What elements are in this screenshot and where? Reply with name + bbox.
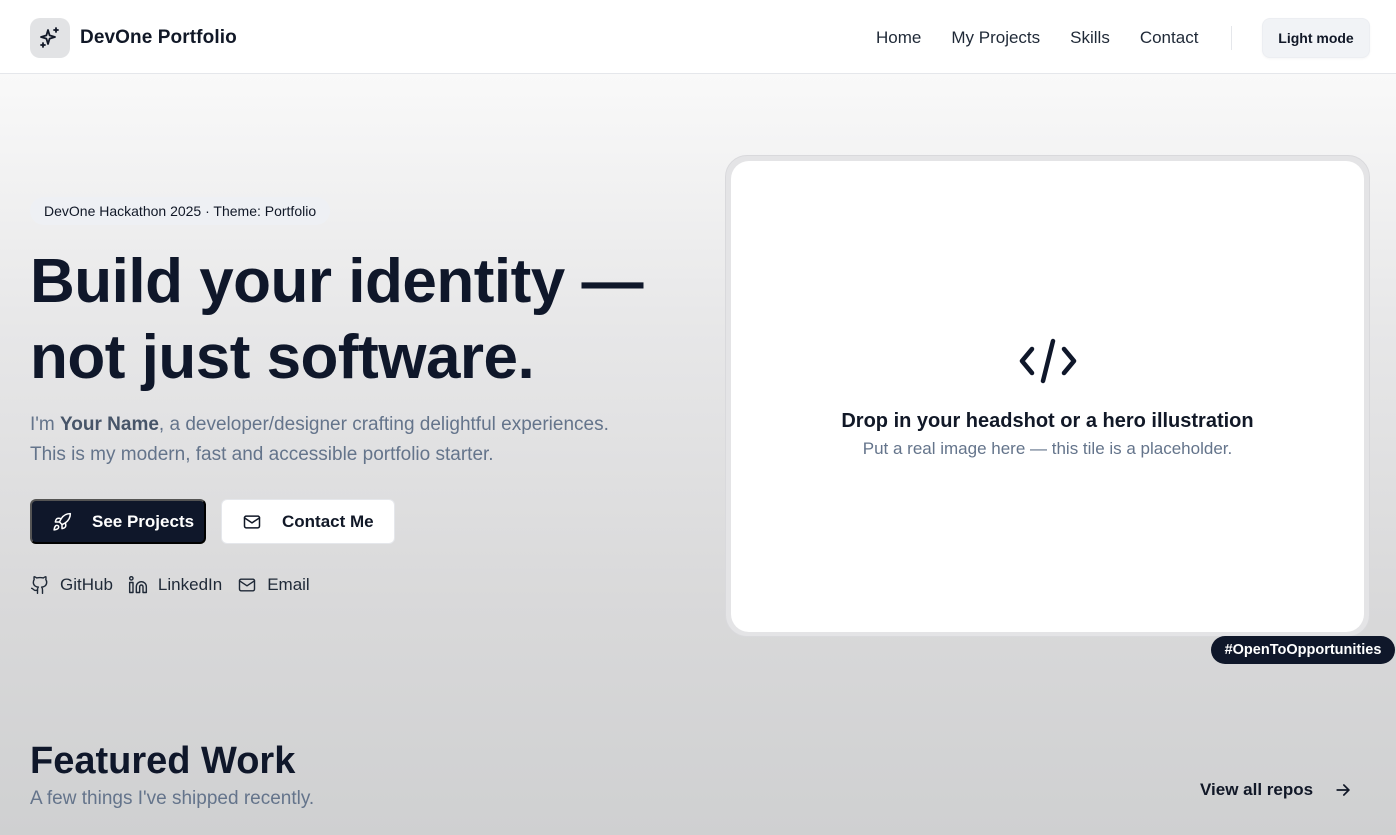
email-link[interactable]: Email <box>237 575 310 595</box>
hero-image-placeholder <box>731 161 1364 632</box>
featured-work-subtitle: A few things I've shipped recently. <box>30 788 315 809</box>
social-links: GitHub LinkedIn Email <box>30 575 325 595</box>
nav-contact[interactable]: Contact <box>1140 28 1199 48</box>
headline-line-1: Build your identity — <box>30 247 643 316</box>
sparkles-icon <box>40 27 59 48</box>
linkedin-label: LinkedIn <box>157 575 223 594</box>
tile-title: Drop in your headshot or a hero illustra… <box>841 410 1254 432</box>
linkedin-icon <box>128 575 148 595</box>
intro-name: Your Name <box>60 414 159 435</box>
tile-subtitle: Put a real image here — this tile is a p… <box>862 439 1233 458</box>
contact-me-button[interactable]: Contact Me <box>221 499 395 544</box>
view-all-repos-link[interactable]: View all repos <box>1200 780 1353 800</box>
see-projects-button[interactable]: See Projects <box>30 499 206 544</box>
brand[interactable]: DevOne Portfolio <box>30 18 237 58</box>
linkedin-link[interactable]: LinkedIn <box>128 575 222 595</box>
see-projects-label: See Projects <box>92 511 195 531</box>
featured-work-title: Featured Work <box>30 740 296 782</box>
intro-rest: , a developer/designer crafting delightf… <box>158 414 609 435</box>
github-label: GitHub <box>60 575 113 594</box>
main-nav: Home My Projects Skills Contact <box>876 28 1228 48</box>
hero-headline: Build your identity — not just software. <box>30 244 690 396</box>
brand-logo <box>30 18 70 58</box>
github-link[interactable]: GitHub <box>30 575 113 595</box>
nav-home[interactable]: Home <box>876 28 921 48</box>
contact-me-label: Contact Me <box>282 511 374 531</box>
code-icon <box>1019 338 1077 384</box>
nav-my-projects[interactable]: My Projects <box>951 28 1040 48</box>
theme-toggle-button[interactable]: Light mode <box>1262 18 1370 58</box>
top-header: DevOne Portfolio Home My Projects Skills… <box>0 0 1396 74</box>
intro-line-2: This is my modern, fast and accessible p… <box>30 444 494 465</box>
rocket-icon <box>52 512 72 532</box>
email-label: Email <box>267 575 310 594</box>
brand-name: DevOne Portfolio <box>80 27 237 48</box>
event-badge: DevOne Hackathon 2025 · Theme: Portfolio <box>30 197 331 225</box>
intro-prefix: I'm <box>30 414 61 435</box>
open-to-opportunities-tag: #OpenToOpportunities <box>1211 636 1395 664</box>
hero-intro: I'm Your Name, a developer/designer craf… <box>30 410 690 470</box>
nav-skills[interactable]: Skills <box>1070 28 1110 48</box>
headline-line-2: not just software. <box>30 323 535 392</box>
github-icon <box>30 575 50 595</box>
view-all-label: View all repos <box>1200 780 1314 799</box>
mail-icon <box>242 512 262 532</box>
nav-divider <box>1231 26 1232 50</box>
mail-icon <box>237 575 257 595</box>
arrow-right-icon <box>1333 780 1353 800</box>
